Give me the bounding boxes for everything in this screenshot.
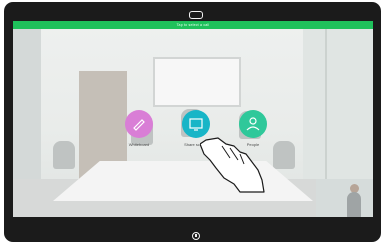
whiteboard-label: Whiteboard [128,142,150,147]
chair [53,141,75,169]
room-wall [13,29,41,179]
camera-icon [189,11,203,19]
self-view[interactable] [316,179,373,217]
self-view-person [347,192,361,217]
whiteboard-icon [133,119,145,131]
whiteboard-button[interactable] [125,110,153,138]
status-bar[interactable]: Tap to select a call [13,21,373,29]
room-whiteboard [153,57,241,107]
hand-pointer-icon [200,137,265,193]
touch-screen: Tap to select a call Whiteboard Share sc… [13,21,373,217]
room-window [303,29,373,179]
home-button[interactable] [192,232,200,240]
